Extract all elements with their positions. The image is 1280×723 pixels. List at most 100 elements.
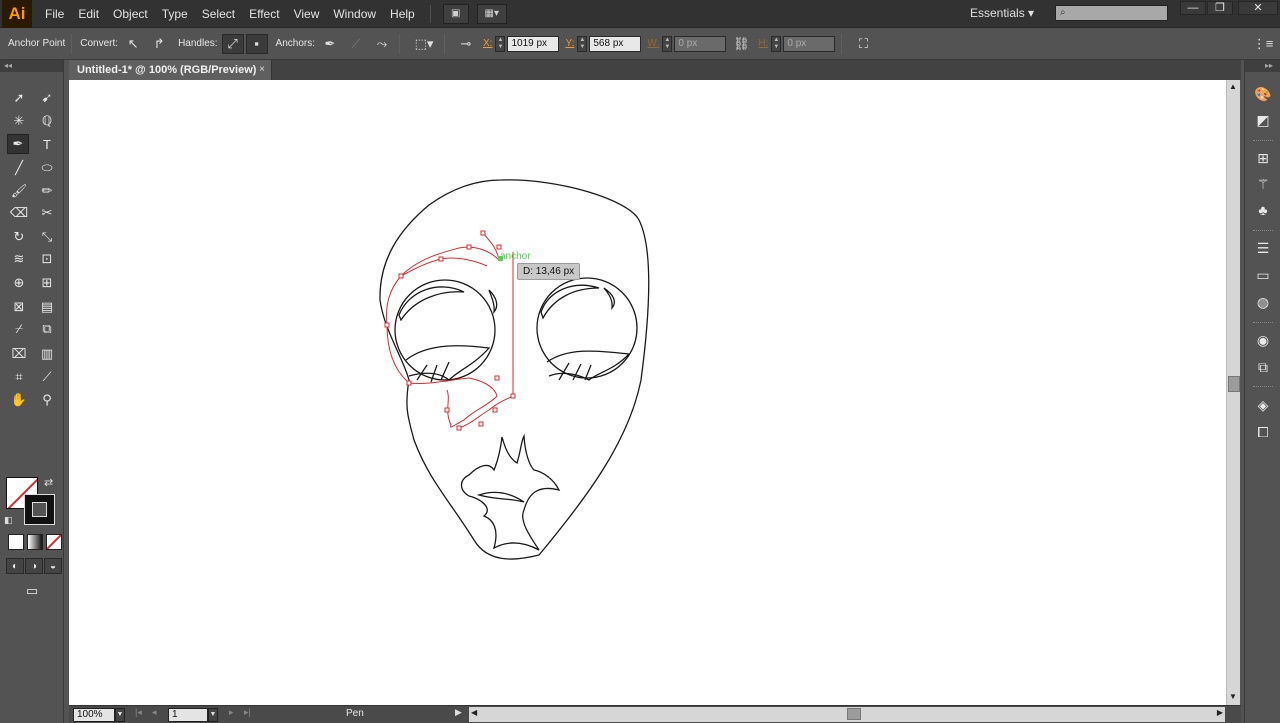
artboards-panel-button[interactable]: ⧠ bbox=[1251, 422, 1275, 442]
vertical-scrollbar[interactable]: ▲ ▼ bbox=[1226, 80, 1240, 705]
hide-handles-button[interactable]: ▪ bbox=[245, 33, 268, 54]
column-graph-tool[interactable]: ▥ bbox=[36, 344, 58, 364]
pen-tool[interactable]: ✒ bbox=[7, 134, 29, 154]
screen-mode-button[interactable]: ▭ bbox=[20, 581, 44, 601]
paintbrush-tool[interactable]: 🖌 bbox=[8, 181, 30, 201]
constrain-proportions-button[interactable]: ⛓ bbox=[730, 34, 752, 54]
shape-builder-tool[interactable]: ⊕ bbox=[8, 273, 30, 293]
first-artboard-icon[interactable]: |◂ bbox=[135, 707, 142, 718]
color-panel-button[interactable]: 🎨 bbox=[1251, 84, 1275, 104]
close-tab-button[interactable]: × bbox=[259, 60, 265, 80]
menu-effect[interactable]: Effect bbox=[242, 0, 286, 28]
lasso-tool[interactable]: ℚ bbox=[36, 111, 58, 131]
arrange-documents-button[interactable]: ▦▾ bbox=[476, 3, 507, 24]
stroke-panel-button[interactable]: ☰ bbox=[1251, 238, 1275, 258]
menu-help[interactable]: Help bbox=[383, 0, 422, 28]
bridge-button[interactable]: ▣ bbox=[442, 3, 469, 24]
restore-button[interactable]: ❐ bbox=[1207, 1, 1233, 15]
h-field[interactable]: 0 px bbox=[783, 35, 836, 52]
draw-inside-button[interactable]: ◒ bbox=[44, 558, 62, 574]
show-handles-button[interactable]: ⤢ bbox=[221, 33, 244, 54]
menu-file[interactable]: File bbox=[38, 0, 71, 28]
zoom-field[interactable]: 100% bbox=[73, 708, 115, 722]
convert-to-smooth-button[interactable]: ↱ bbox=[148, 34, 170, 54]
draw-normal-button[interactable]: ◐ bbox=[6, 558, 24, 574]
scroll-down-icon[interactable]: ▼ bbox=[1229, 692, 1237, 701]
color-mode-button[interactable] bbox=[8, 534, 24, 550]
mesh-tool[interactable]: ⊠ bbox=[8, 297, 30, 317]
artboard-tool[interactable]: ⌗ bbox=[8, 367, 30, 387]
next-artboard-icon[interactable]: ▸ bbox=[229, 707, 234, 718]
symbol-sprayer-tool[interactable]: ⌧ bbox=[8, 344, 30, 364]
connect-anchors-button[interactable]: ⟋ bbox=[345, 34, 367, 54]
close-button[interactable]: ✕ bbox=[1238, 1, 1278, 15]
y-stepper[interactable]: ▲ ▼ bbox=[577, 35, 588, 52]
pencil-tool[interactable]: ✏ bbox=[36, 181, 58, 201]
blob-brush-tool[interactable]: ⌫ bbox=[8, 203, 30, 223]
ellipse-tool[interactable]: ⬭ bbox=[36, 158, 58, 178]
stroke-color-swatch[interactable] bbox=[24, 494, 55, 525]
menu-edit[interactable]: Edit bbox=[71, 0, 106, 28]
isolate-button[interactable]: ⛶ bbox=[852, 34, 874, 54]
menu-select[interactable]: Select bbox=[195, 0, 242, 28]
y-field[interactable]: 568 px bbox=[589, 35, 642, 52]
direct-selection-tool[interactable]: ➹ bbox=[36, 88, 58, 108]
reference-point-button[interactable]: ⊸ bbox=[455, 34, 477, 54]
convert-to-corner-button[interactable]: ↖ bbox=[122, 34, 144, 54]
zoom-tool[interactable]: ⚲ bbox=[36, 390, 58, 410]
h-stepper[interactable]: ▲ ▼ bbox=[771, 35, 782, 52]
gradient-panel-button[interactable]: ▭ bbox=[1251, 265, 1275, 285]
symbols-panel-button[interactable]: ♣ bbox=[1251, 200, 1275, 220]
menu-type[interactable]: Type bbox=[155, 0, 195, 28]
dock-grip[interactable] bbox=[1253, 140, 1273, 142]
swap-colors-icon[interactable]: ⇄ bbox=[44, 476, 53, 489]
horizontal-scrollbar[interactable]: ◀ ▶ bbox=[469, 707, 1225, 722]
artboard-number-field[interactable]: 1 bbox=[168, 708, 208, 722]
gradient-tool[interactable]: ▤ bbox=[36, 297, 58, 317]
menu-window[interactable]: Window bbox=[326, 0, 383, 28]
transparency-panel-button[interactable]: ◍ bbox=[1251, 292, 1275, 312]
draw-behind-button[interactable]: ◑ bbox=[25, 558, 43, 574]
x-field[interactable]: 1019 px bbox=[507, 35, 560, 52]
vertical-scroll-thumb[interactable] bbox=[1228, 376, 1240, 392]
zoom-dropdown[interactable]: ▼ bbox=[115, 708, 125, 722]
status-menu-icon[interactable]: ▶ bbox=[455, 707, 462, 718]
color-guide-button[interactable]: ◩ bbox=[1251, 110, 1275, 130]
panel-menu-button[interactable]: ⋮≡ bbox=[1252, 34, 1274, 54]
type-tool[interactable]: T bbox=[36, 134, 58, 154]
artboard-dropdown[interactable]: ▼ bbox=[208, 708, 218, 722]
collapse-panel-button[interactable]: ◂◂ bbox=[0, 60, 63, 72]
minimize-button[interactable]: — bbox=[1180, 1, 1206, 15]
active-path[interactable] bbox=[386, 232, 514, 429]
dock-grip[interactable] bbox=[1253, 322, 1273, 324]
default-colors-icon[interactable]: ◧ bbox=[4, 515, 13, 526]
warp-tool[interactable]: ≋ bbox=[8, 249, 30, 269]
selection-tool[interactable]: ➚ bbox=[8, 88, 30, 108]
search-input[interactable]: ⌕ bbox=[1055, 5, 1168, 21]
scroll-up-icon[interactable]: ▲ bbox=[1229, 82, 1237, 91]
blend-tool[interactable]: ⧉ bbox=[36, 319, 58, 339]
swatches-panel-button[interactable]: ⊞ bbox=[1251, 148, 1275, 168]
scroll-right-icon[interactable]: ▶ bbox=[1217, 708, 1223, 717]
scissors-tool[interactable]: ✂ bbox=[36, 203, 58, 223]
magic-wand-tool[interactable]: ✳ bbox=[8, 111, 30, 131]
horizontal-scroll-thumb[interactable] bbox=[847, 708, 861, 720]
none-mode-button[interactable] bbox=[46, 534, 62, 550]
dock-grip[interactable] bbox=[1253, 386, 1273, 388]
w-field[interactable]: 0 px bbox=[674, 35, 727, 52]
menu-object[interactable]: Object bbox=[106, 0, 155, 28]
x-stepper[interactable]: ▲ ▼ bbox=[495, 35, 506, 52]
remove-anchor-button[interactable]: ✒ bbox=[319, 34, 341, 54]
scroll-left-icon[interactable]: ◀ bbox=[471, 708, 477, 717]
dock-grip[interactable] bbox=[1253, 230, 1273, 232]
hand-tool[interactable]: ✋ bbox=[8, 390, 30, 410]
workspace-switcher[interactable]: Essentials ▾ bbox=[970, 0, 1034, 28]
gradient-mode-button[interactable] bbox=[27, 534, 43, 550]
rotate-tool[interactable]: ↻ bbox=[8, 227, 30, 247]
graphic-styles-panel-button[interactable]: ⧉ bbox=[1251, 357, 1275, 377]
layers-panel-button[interactable]: ◈ bbox=[1251, 395, 1275, 415]
select-similar-button[interactable]: ⬚▾ bbox=[410, 34, 438, 54]
last-artboard-icon[interactable]: ▸| bbox=[244, 707, 251, 718]
perspective-grid-tool[interactable]: ⊞ bbox=[36, 273, 58, 293]
scale-tool[interactable]: ⤡ bbox=[36, 227, 58, 247]
